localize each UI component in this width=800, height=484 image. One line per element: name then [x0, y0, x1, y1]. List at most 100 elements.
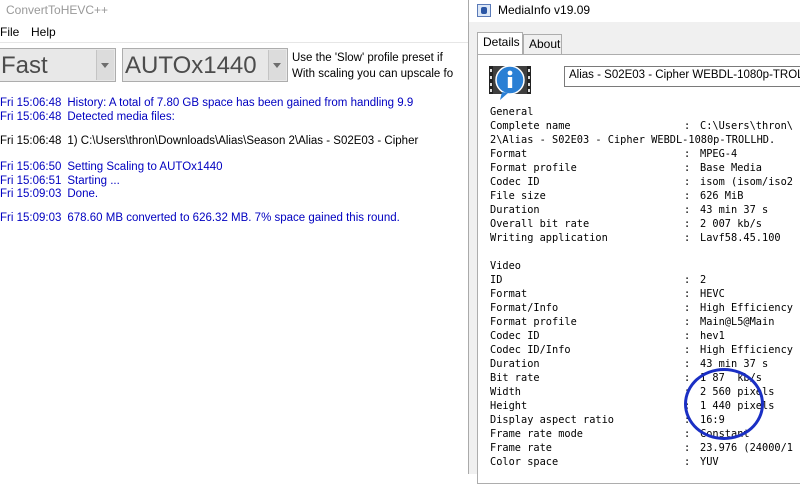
log-line: Fri 15:06:50 Setting Scaling to AUTOx1440 — [0, 161, 223, 173]
info-colon: : — [684, 456, 691, 468]
hint-text: Use the 'Slow' profile preset if With sc… — [292, 50, 468, 82]
info-key: Codec ID — [490, 176, 540, 188]
info-value: High Efficiency — [700, 344, 793, 356]
info-value: 23.976 (24000/1 — [700, 442, 793, 454]
log-timestamp: Fri 15:06:48 — [0, 135, 62, 147]
info-value: 43 min 37 s — [700, 204, 769, 216]
chevron-down-icon[interactable] — [96, 50, 114, 80]
hint-line: Use the 'Slow' profile preset if — [292, 52, 443, 64]
info-colon: : — [684, 414, 691, 426]
info-colon: : — [684, 428, 691, 440]
scaling-value: AUTOx1440 — [125, 52, 257, 79]
info-value: 2 007 kb/s — [700, 218, 762, 230]
toolbar-divider — [0, 42, 468, 43]
log-message: Setting Scaling to AUTOx1440 — [67, 161, 223, 173]
info-key: Format profile — [490, 316, 577, 328]
info-key: Color space — [490, 456, 559, 468]
info-colon: : — [684, 162, 691, 174]
log-timestamp: Fri 15:06:50 — [0, 161, 62, 173]
log-message: Detected media files: — [67, 111, 175, 123]
log-message: History: A total of 7.80 GB space has be… — [67, 97, 414, 109]
details-panel: Alias - S02E03 - Cipher WEBDL-1080p-TROL… — [477, 54, 800, 484]
tab-about[interactable]: About — [523, 34, 562, 54]
info-key: Writing application — [490, 232, 608, 244]
info-colon: : — [684, 372, 691, 384]
info-value: High Efficiency — [700, 302, 793, 314]
hint-line: With scaling you can upscale fo — [292, 68, 454, 80]
info-key: Format/Info — [490, 302, 559, 314]
log-line: Fri 15:06:48 Detected media files: — [0, 111, 175, 123]
info-value: Constant — [700, 428, 750, 440]
info-key: Duration — [490, 358, 540, 370]
mediainfo-window-title: MediaInfo v19.09 — [498, 3, 591, 17]
info-key: Format — [490, 148, 528, 160]
info-key: Height — [490, 400, 528, 412]
log-line: Fri 15:09:03 678.60 MB converted to 626.3… — [0, 212, 400, 224]
info-key: Display aspect ratio — [490, 414, 614, 426]
info-colon: : — [684, 232, 691, 244]
info-key: Frame rate mode — [490, 428, 583, 440]
window-title: ConvertToHEVC++ — [6, 3, 109, 17]
info-key: Complete name — [490, 120, 571, 132]
log-line: Fri 15:06:48 1) C:\Users\thron\Downloads\… — [0, 135, 418, 147]
info-colon: : — [684, 316, 691, 328]
log-message: 678.60 MB converted to 626.32 MB. 7% spa… — [67, 212, 400, 224]
log-message: 1) C:\Users\thron\Downloads\Alias\Season… — [67, 135, 419, 147]
info-colon: : — [684, 400, 691, 412]
log-line: Fri 15:06:51 Starting ... — [0, 175, 120, 187]
info-value: MPEG-4 — [700, 148, 738, 160]
info-colon: : — [684, 204, 691, 216]
info-colon: : — [684, 330, 691, 342]
info-key: Width — [490, 386, 521, 398]
info-key: Format — [490, 288, 528, 300]
profile-preset-select[interactable]: Fast — [0, 48, 116, 82]
info-value: YUV — [700, 456, 719, 468]
log-timestamp: Fri 15:09:03 — [0, 188, 62, 200]
scaling-select[interactable]: AUTOx1440 — [122, 48, 288, 82]
info-colon: : — [684, 442, 691, 454]
log-output[interactable]: Fri 15:06:48 History: A total of 7.80 GB … — [0, 93, 468, 474]
info-value: Base Media — [700, 162, 762, 174]
info-value: Main@L5@Main — [700, 316, 775, 328]
info-key: Overall bit rate — [490, 218, 590, 230]
info-key: Codec ID/Info — [490, 344, 571, 356]
info-value: hev1 — [700, 330, 725, 342]
info-colon: : — [684, 176, 691, 188]
log-timestamp: Fri 15:09:03 — [0, 212, 62, 224]
menu-bar: File Help — [0, 22, 468, 42]
info-colon: : — [684, 302, 691, 314]
info-key: Video — [490, 260, 521, 272]
log-message: Done. — [67, 188, 99, 200]
title-bar: ConvertToHEVC++ — [0, 0, 468, 22]
profile-preset-value: Fast — [1, 52, 48, 79]
media-file-info-icon — [489, 65, 531, 100]
info-value: 16:9 — [700, 414, 725, 426]
info-colon: : — [684, 288, 691, 300]
info-value: 2 560 pixels — [700, 386, 775, 398]
info-value: isom (isom/iso2 — [700, 176, 793, 188]
info-colon: : — [684, 386, 691, 398]
log-timestamp: Fri 15:06:51 — [0, 175, 62, 187]
info-colon: : — [684, 190, 691, 202]
info-colon: : — [684, 218, 691, 230]
log-timestamp: Fri 15:06:48 — [0, 111, 62, 123]
chevron-down-icon[interactable] — [268, 50, 286, 80]
info-key: Codec ID — [490, 330, 540, 342]
info-value: 1 87 kb/s — [700, 372, 762, 384]
menu-file[interactable]: File — [0, 25, 19, 39]
log-timestamp: Fri 15:06:48 — [0, 97, 62, 109]
info-key: Duration — [490, 204, 540, 216]
info-key: File size — [490, 190, 546, 202]
info-key: Frame rate — [490, 442, 552, 454]
info-key: General — [490, 106, 534, 118]
menu-help[interactable]: Help — [31, 25, 56, 39]
tab-details[interactable]: Details — [477, 32, 523, 55]
mediainfo-window: MediaInfo v19.09 Details About Alias - S… — [468, 0, 800, 484]
info-value: HEVC — [700, 288, 725, 300]
info-value: Lavf58.45.100 — [700, 232, 781, 244]
info-key: 2\Alias - S02E03 - Cipher WEBDL-1080p-TR… — [490, 134, 776, 146]
info-key: Format profile — [490, 162, 577, 174]
file-name-field[interactable]: Alias - S02E03 - Cipher WEBDL-1080p-TROL… — [564, 66, 800, 87]
info-value: C:\Users\thron\ — [700, 120, 793, 132]
info-value: 1 440 pixels — [700, 400, 775, 412]
